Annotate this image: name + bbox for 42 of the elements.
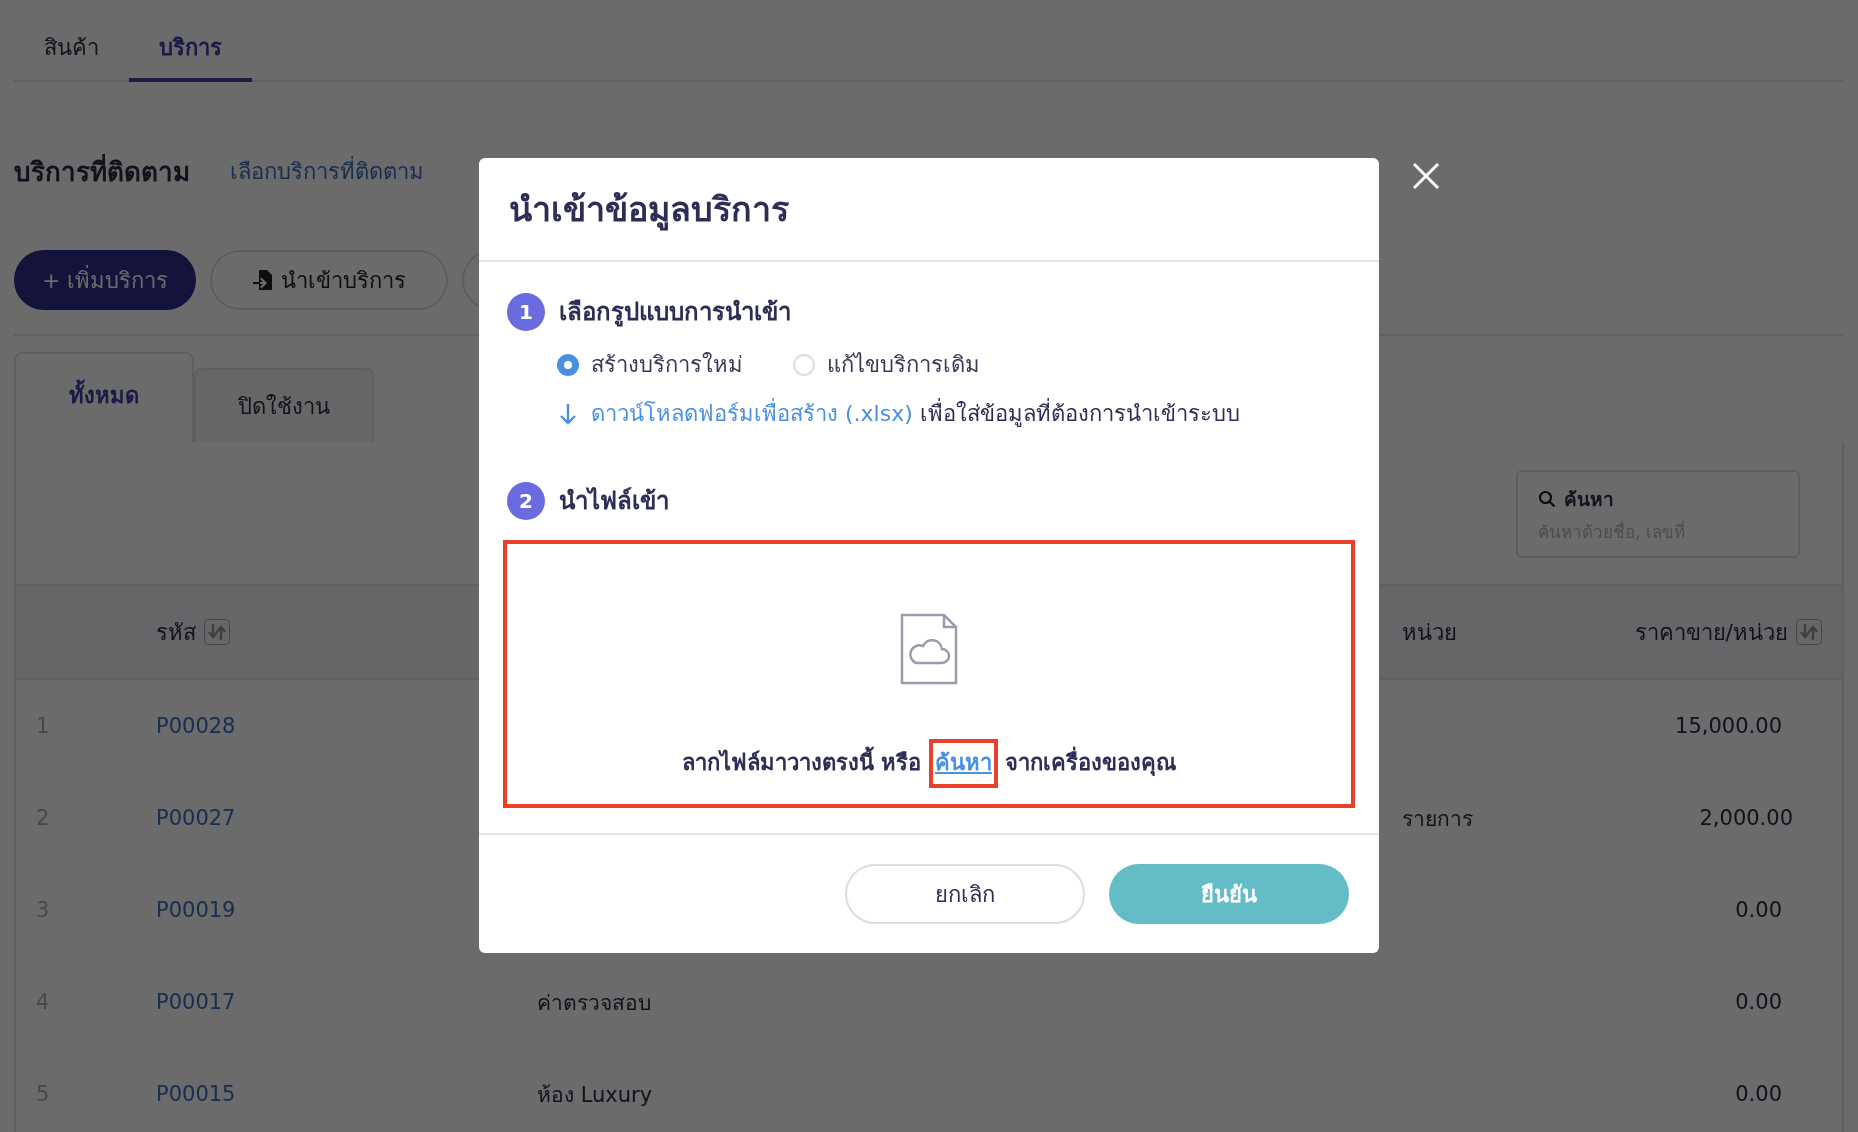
table-cell-text: รายการ [1402,805,1473,833]
table-cell-text: ค่าตรวจสอบ [537,989,652,1017]
radio-option[interactable]: แก้ไขบริการเดิม [793,347,980,382]
table-cell-text: 0.00 [1734,990,1783,1014]
dropzone-text: ลากไฟล์มาวางตรงนี้ หรือ ค้นหา จากเครื่องของคุณ [681,739,1177,788]
table-cell-text: 15,000.00 [1674,714,1783,738]
dialog-title: นำเข้าข้อมูลบริการ [509,188,789,233]
radio-option[interactable]: สร้างบริการใหม่ [557,347,743,382]
step-number: 1 [507,292,545,331]
column-header: รหัส [156,618,196,647]
file-cloud-icon [900,613,958,685]
browse-link[interactable]: ค้นหา [928,739,998,788]
table-cell-text: 2,000.00 [1698,806,1794,830]
search-icon [1538,490,1556,508]
search-label: ค้นหา [1564,487,1614,512]
service-code-link[interactable]: P00015 [156,1082,537,1106]
download-arrow-icon [559,402,577,425]
tab[interactable]: สินค้า [14,0,129,80]
import-service-button[interactable]: นำเข้าบริการ [210,250,449,310]
step-title: นำไฟล์เข้า [559,486,669,517]
step-number: 2 [507,481,545,520]
add-service-button[interactable]: + เพิ่มบริการ [14,250,197,310]
column-header: ราคาขาย/หน่วย [1634,618,1788,647]
sort-icon[interactable] [204,619,230,645]
filter-tab[interactable]: ทั้งหมด [14,352,194,442]
file-dropzone[interactable]: ลากไฟล์มาวางตรงนี้ หรือ ค้นหา จากเครื่องของคุณ [503,540,1355,808]
table-cell-text: ห้อง Luxury [537,1081,654,1109]
section-title: บริการที่ติดตาม [14,153,190,189]
file-import-icon [252,269,273,291]
close-icon[interactable] [1412,162,1440,190]
confirm-button[interactable]: ยืนยัน [1109,864,1349,924]
column-header: หน่วย [1402,618,1457,647]
table-cell-text: 0.00 [1734,1082,1783,1106]
filter-tab[interactable]: ปิดใช้งาน [194,368,374,442]
service-code-link[interactable]: P00017 [156,990,537,1014]
download-instruction: ดาวน์โหลดฟอร์มเพื่อสร้าง (.xlsx) เพื่อใส่ข้อมูลที่ต้องการนำเข้าระบบ [591,396,1240,431]
step-title: เลือกรูปแบบการนำเข้า [559,297,791,329]
table-cell-text: 0.00 [1734,898,1783,922]
cancel-button[interactable]: ยกเลิก [845,864,1085,924]
sort-icon[interactable] [1796,619,1822,645]
tab[interactable]: บริการ [129,0,252,82]
select-link[interactable]: เลือกบริการที่ติดตาม [230,153,424,189]
